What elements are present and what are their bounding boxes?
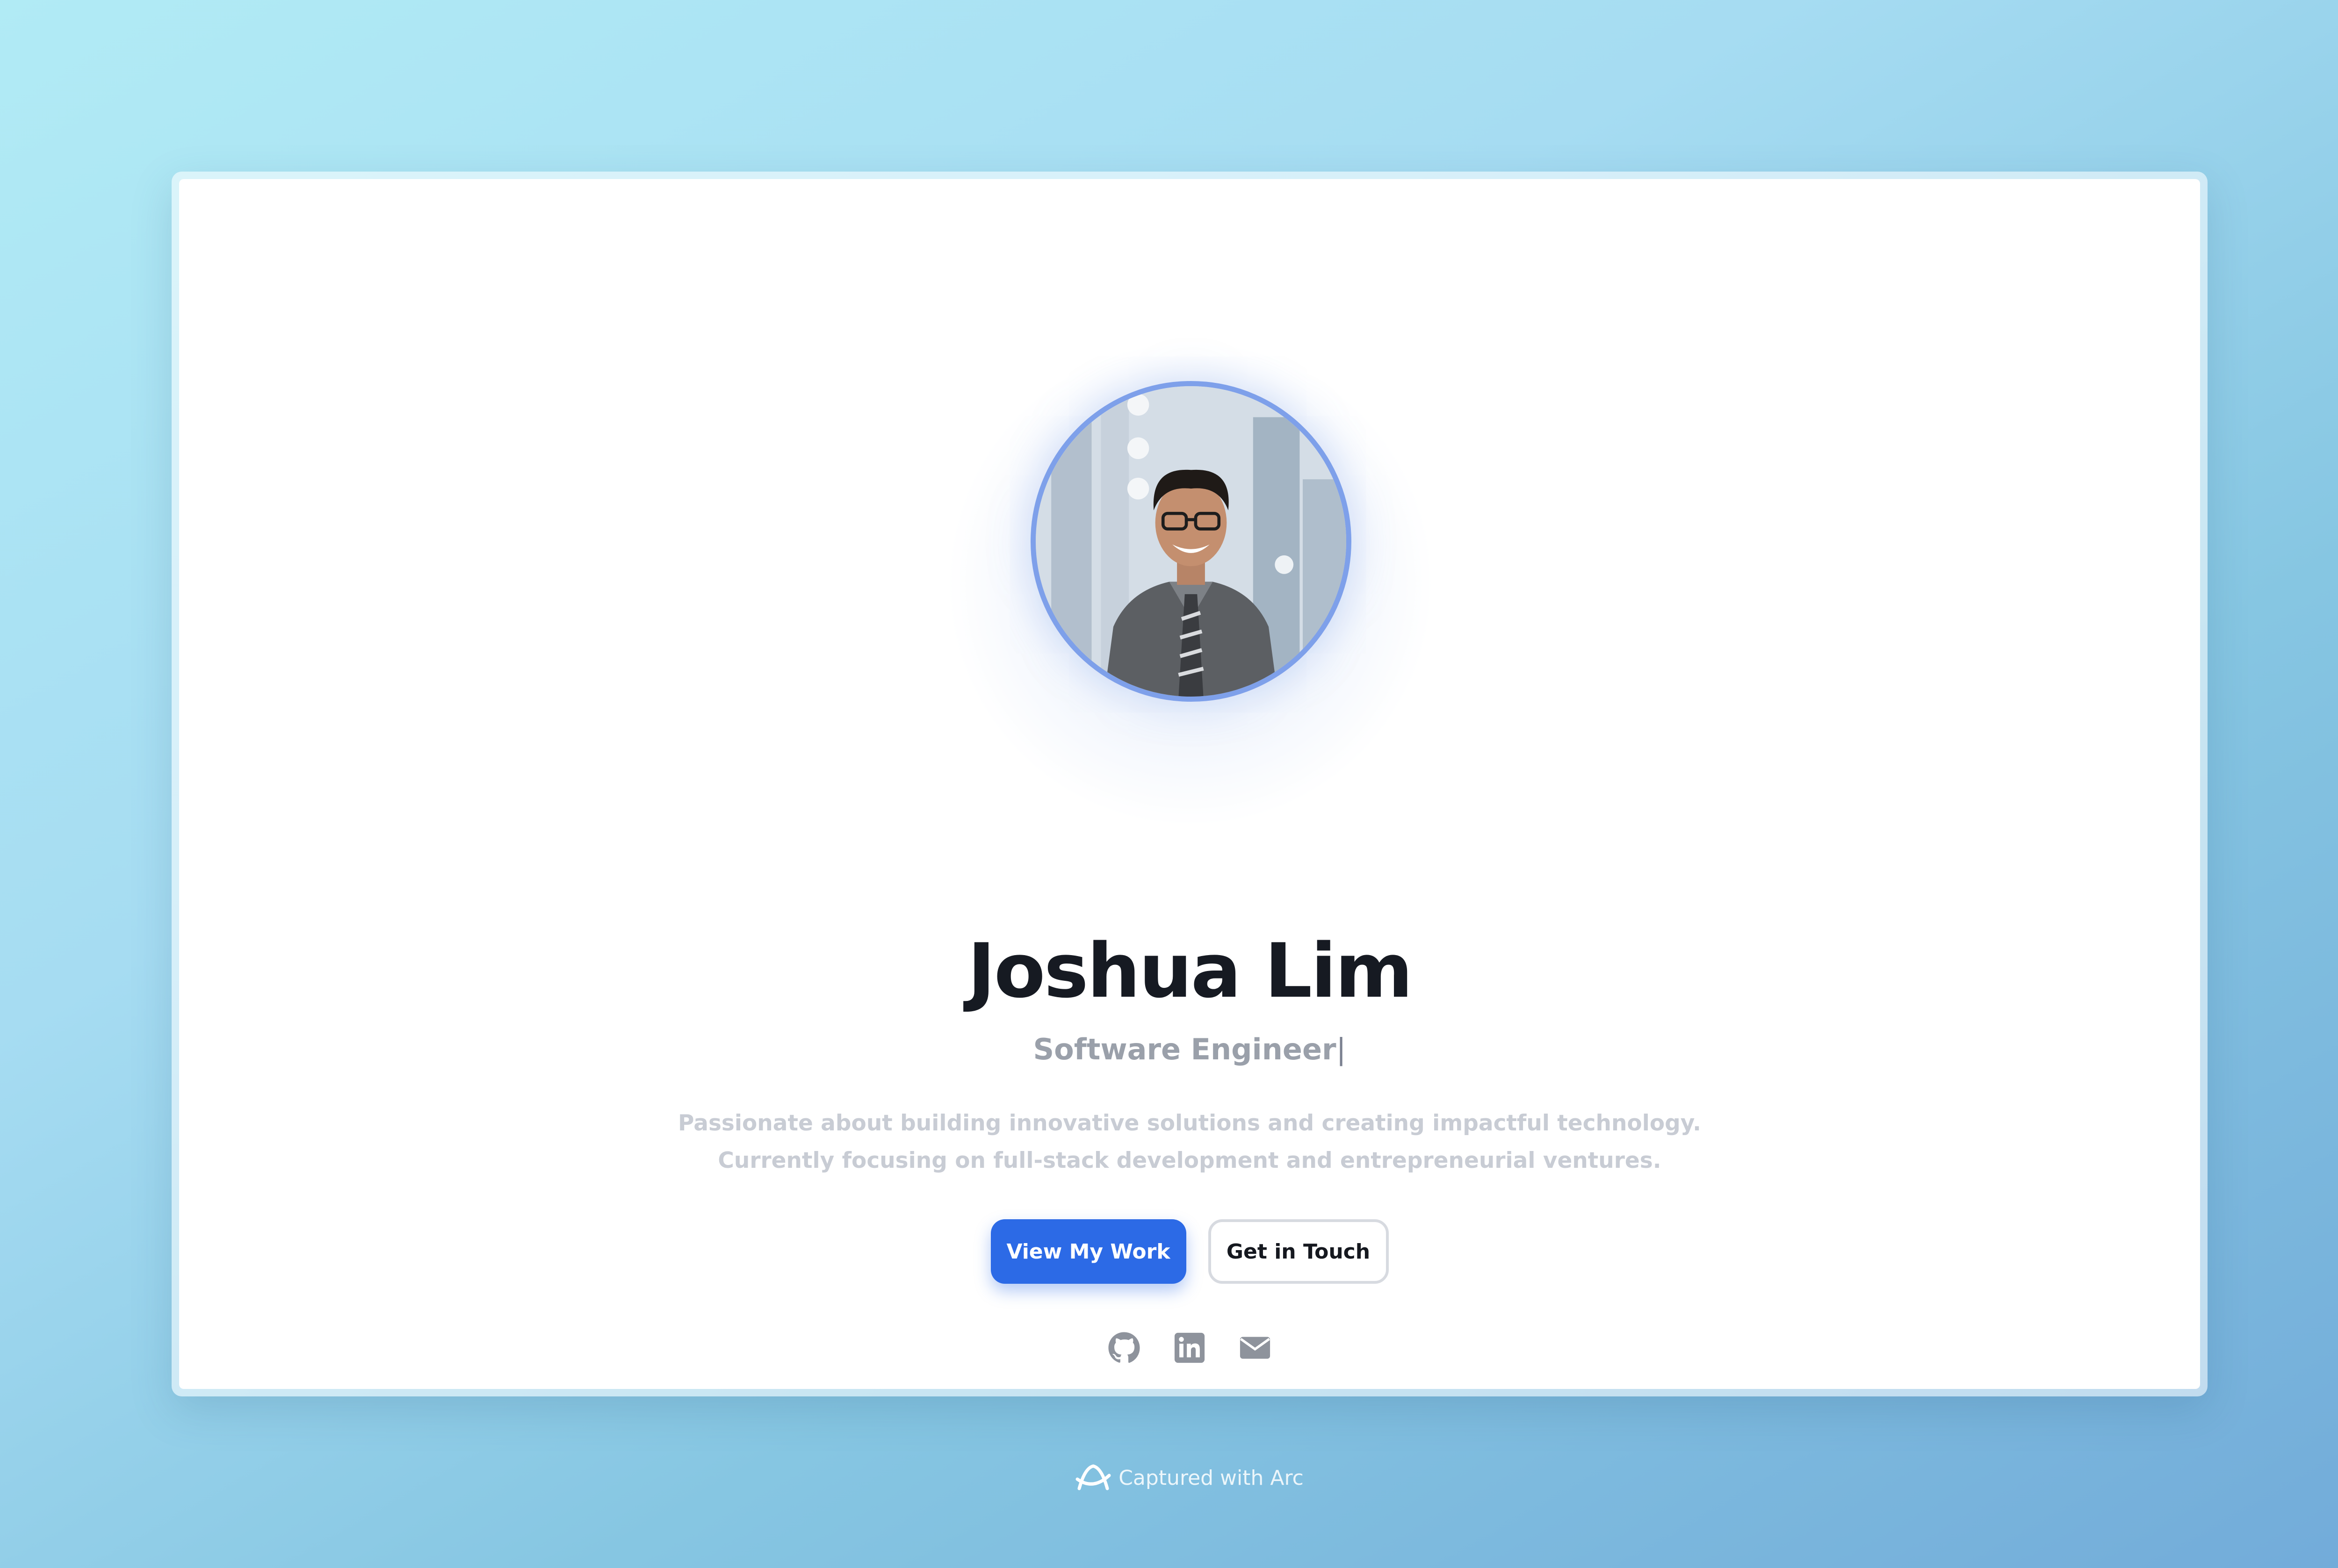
linkedin-icon[interactable] [1173, 1331, 1206, 1364]
profile-role: Software Engineer| [179, 1032, 2200, 1066]
capture-caption: Captured with Arc [0, 1462, 2338, 1493]
github-icon[interactable] [1108, 1331, 1140, 1364]
role-text: Software Engineer [1033, 1032, 1336, 1066]
view-my-work-button[interactable]: View My Work [990, 1219, 1186, 1284]
bio-line: Passionate about building innovative sol… [678, 1110, 1701, 1136]
profile-name: Joshua Lim [967, 927, 1413, 1014]
caption-text: Captured with Arc [1118, 1466, 1304, 1490]
arc-logo-icon [1075, 1464, 1111, 1490]
hero-section: Joshua Lim Software Engineer| Passionate… [179, 179, 2200, 1389]
mail-icon[interactable] [1239, 1331, 1271, 1364]
bio-line: Currently focusing on full-stack develop… [718, 1148, 1661, 1173]
typing-cursor: | [1336, 1032, 1346, 1066]
profile-bio: Passionate about building innovative sol… [179, 1105, 2200, 1180]
browser-window: Joshua Lim Software Engineer| Passionate… [172, 172, 2208, 1396]
profile-photo [1036, 386, 1346, 697]
hero-actions: View My Work Get in Touch [179, 1219, 2200, 1284]
avatar [1031, 381, 1351, 702]
page-viewport: Joshua Lim Software Engineer| Passionate… [179, 179, 2200, 1389]
social-links [179, 1331, 2200, 1364]
get-in-touch-button[interactable]: Get in Touch [1208, 1219, 1389, 1284]
